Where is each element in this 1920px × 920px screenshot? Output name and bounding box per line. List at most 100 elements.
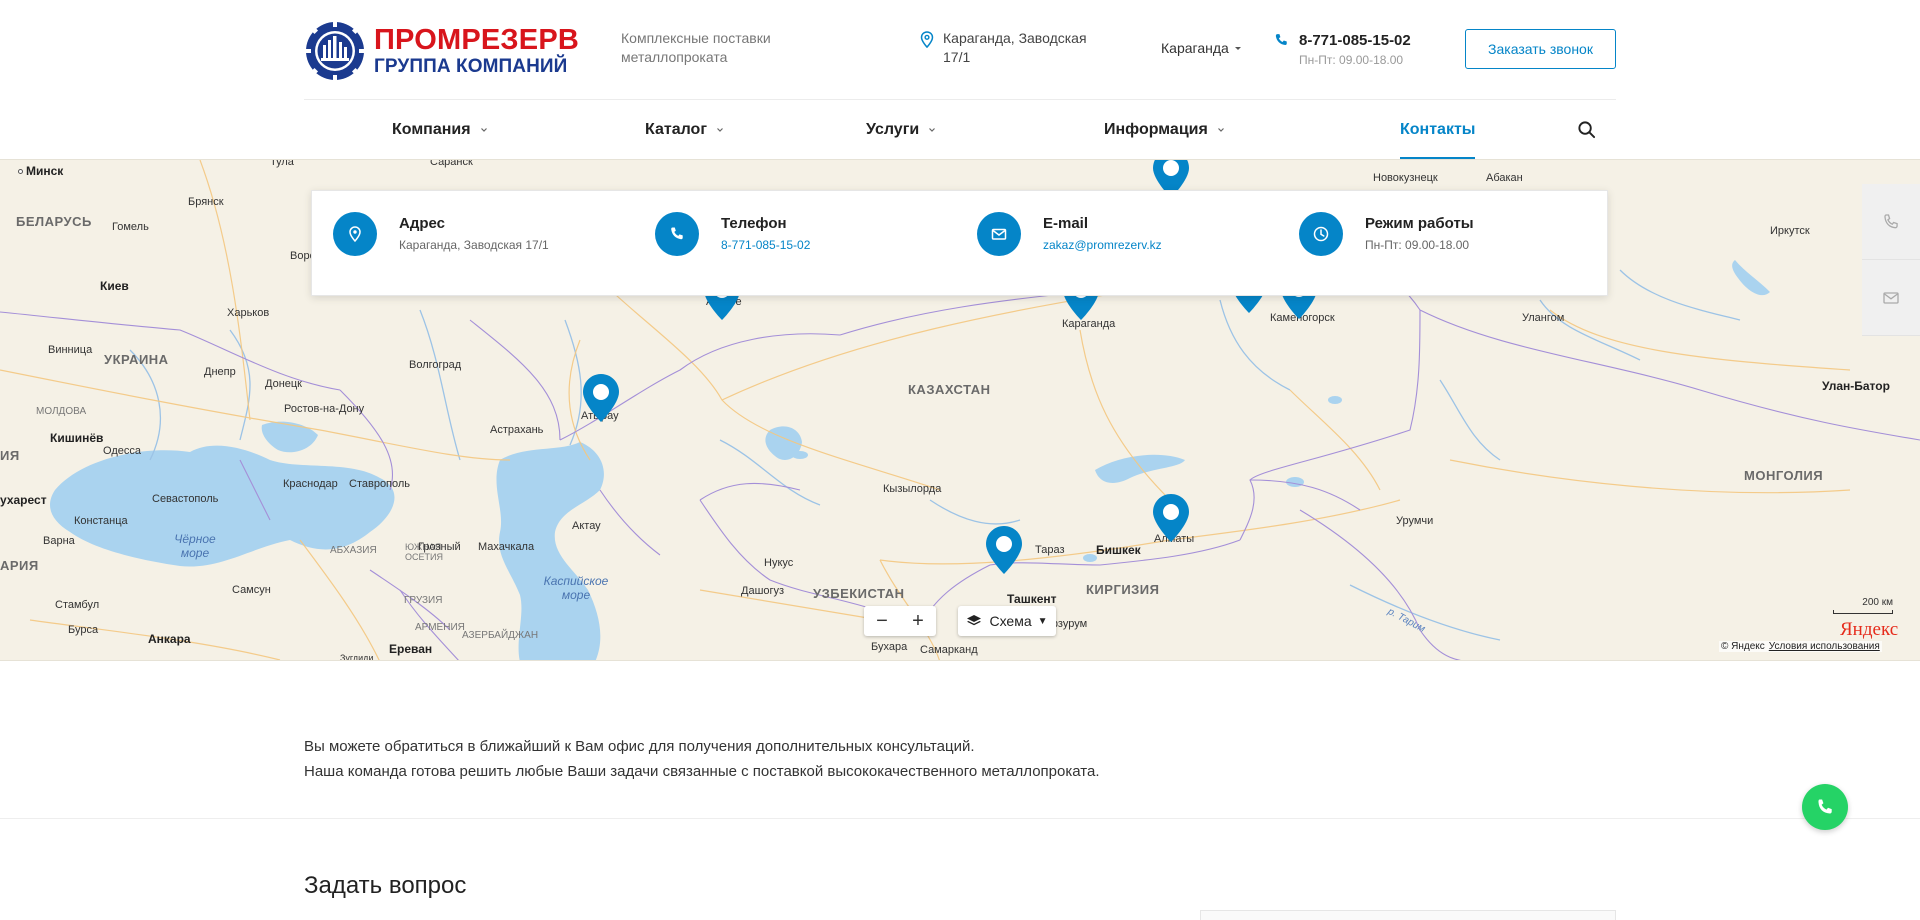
chevron-down-icon <box>1217 127 1224 132</box>
map-label-city: Кызылорда <box>883 483 942 495</box>
map-layer-label: Схема <box>989 613 1032 629</box>
contact-hours: Режим работы Пн-Пт: 09.00-18.00 <box>1299 212 1474 256</box>
map-layer-selector[interactable]: Схема ▼ <box>958 606 1056 636</box>
nav-item-info[interactable]: Информация <box>1104 100 1225 159</box>
header-phone-number[interactable]: 8-771-085-15-02 <box>1299 32 1411 49</box>
map-label-capital: Улан-Батор <box>1822 379 1890 393</box>
nav-item-contacts[interactable]: Контакты <box>1400 100 1476 159</box>
city-selector-label: Караганда <box>1161 40 1229 56</box>
map-label-city: Иркутск <box>1770 225 1810 237</box>
side-callback-tab[interactable] <box>1862 184 1920 260</box>
city-selector[interactable]: Караганда <box>1161 40 1241 56</box>
map-label-country: КАЗАХСТАН <box>908 382 991 397</box>
nav-item-catalog[interactable]: Каталог <box>645 100 724 159</box>
map-copyright-text: © Яндекс <box>1721 641 1765 652</box>
nav-item-label: Компания <box>392 120 471 138</box>
map-label-capital: ухарест <box>0 493 47 507</box>
map-terms-link[interactable]: Условия использования <box>1769 641 1880 652</box>
map-label-city: Новокузнецк <box>1373 172 1438 184</box>
callback-button[interactable]: Заказать звонок <box>1465 29 1616 69</box>
map-scale-bar <box>1833 610 1893 614</box>
map-label-city: Волгоград <box>409 359 462 371</box>
phone-icon <box>1275 34 1287 46</box>
map-label-city: Зугдиди <box>340 653 374 661</box>
logo-title: ПРОМРЕЗЕРВ <box>374 24 579 56</box>
main-nav: Компания Каталог Услуги Информация Конта… <box>304 99 1616 159</box>
mail-icon <box>977 212 1021 256</box>
map-marker-atyrau[interactable] <box>580 372 622 424</box>
map-label-city: Тараз <box>1035 544 1065 556</box>
yandex-logo[interactable]: Яндекс <box>1840 619 1898 641</box>
map-label-city: Урумчи <box>1396 515 1434 527</box>
contact-hours-title: Режим работы <box>1365 215 1474 232</box>
ask-question-title: Задать вопрос <box>304 872 467 899</box>
map-label-city: Гомель <box>112 221 149 233</box>
intro-line: Вы можете обратиться в ближайший к Вам о… <box>304 738 975 755</box>
map-label-city: Констанца <box>74 515 128 527</box>
map-label-country: АБХАЗИЯ <box>330 545 377 556</box>
map-marker-shymkent[interactable] <box>983 524 1025 576</box>
map-copyright: © Яндекс Условия использования <box>1719 641 1882 652</box>
contact-email: E-mail zakaz@promrezerv.kz <box>977 212 1162 256</box>
contact-address: Адрес Караганда, Заводская 17/1 <box>333 212 549 256</box>
question-form <box>1200 910 1616 920</box>
nav-item-company[interactable]: Компания <box>392 100 488 159</box>
whatsapp-button[interactable] <box>1802 784 1848 830</box>
search-icon[interactable] <box>1577 120 1596 139</box>
logo-emblem-icon <box>304 20 366 82</box>
map-label-city: Стамбул <box>55 599 100 611</box>
nav-item-label: Информация <box>1104 120 1208 138</box>
chevron-down-icon <box>717 127 723 132</box>
zoom-in-button[interactable]: + <box>900 606 936 636</box>
map-label-country: АРИЯ <box>0 558 39 573</box>
map-label-city: Брянск <box>188 196 224 208</box>
map-marker-almaty[interactable] <box>1150 492 1192 544</box>
intro-line: Наша команда готова решить любые Ваши за… <box>304 763 1100 780</box>
map-label-city: Винница <box>48 344 93 356</box>
contact-card: Адрес Караганда, Заводская 17/1 Телефон … <box>311 190 1608 296</box>
header-phone: 8-771-085-15-02 Пн-Пт: 09.00-18.00 <box>1274 32 1411 67</box>
map-label-capital: Ташкент <box>1007 592 1057 606</box>
map-label-capital: Анкара <box>148 632 191 646</box>
layers-icon <box>967 615 982 626</box>
map-label-city: Дашогуз <box>741 585 785 597</box>
chevron-down-icon <box>929 127 936 132</box>
map-label-city: Донецк <box>265 378 302 390</box>
zoom-out-button[interactable]: − <box>864 606 900 636</box>
chevron-down-icon <box>480 127 487 132</box>
map-label-country: КИРГИЗИЯ <box>1086 582 1160 597</box>
contact-phone: Телефон 8-771-085-15-02 <box>655 212 810 256</box>
map-label-country: АРМЕНИЯ <box>415 622 465 633</box>
map-label-capital: Бишкек <box>1096 543 1141 557</box>
side-mail-tab[interactable] <box>1862 260 1920 336</box>
nav-item-services[interactable]: Услуги <box>866 100 936 159</box>
logo[interactable]: ПРОМРЕЗЕРВ ГРУППА КОМПАНИЙ <box>304 20 579 82</box>
location-pin-icon <box>920 31 934 48</box>
map-label-sea: Каспийское море <box>543 574 609 602</box>
header-address: Караганда, Заводская 17/1 <box>920 29 1100 67</box>
map-label-city: Севастополь <box>152 493 219 505</box>
logo-subtitle: ГРУППА КОМПАНИЙ <box>374 56 568 77</box>
contact-phone-link[interactable]: 8-771-085-15-02 <box>721 238 810 252</box>
map-scale: 200 км <box>1833 597 1893 614</box>
section-divider <box>0 818 1920 819</box>
map-label-city: Варна <box>43 535 75 547</box>
mail-icon <box>1883 291 1899 304</box>
map-label-city: Абакан <box>1486 172 1523 184</box>
map-label-city: Улангом <box>1522 312 1565 324</box>
map-label-city: Махачкала <box>478 541 535 553</box>
map-label-city: Самсун <box>232 584 271 596</box>
map-scale-label: 200 км <box>1862 597 1893 608</box>
nav-item-label: Контакты <box>1400 120 1476 138</box>
contact-email-link[interactable]: zakaz@promrezerv.kz <box>1043 238 1162 252</box>
map-label-city: Саранск <box>430 159 473 168</box>
caret-down-icon <box>1234 46 1241 50</box>
map-label-city: Днепр <box>204 366 236 378</box>
map-label-country: АЗЕРБАЙДЖАН <box>462 630 539 641</box>
location-pin-icon <box>333 212 377 256</box>
clock-icon <box>1299 212 1343 256</box>
intro-text: Вы можете обратиться в ближайший к Вам о… <box>304 734 1099 784</box>
map-label-country: МОЛДОВА <box>36 406 87 417</box>
map-label-capital: Киев <box>100 279 129 293</box>
map-label-capital: Кишинёв <box>50 431 104 445</box>
